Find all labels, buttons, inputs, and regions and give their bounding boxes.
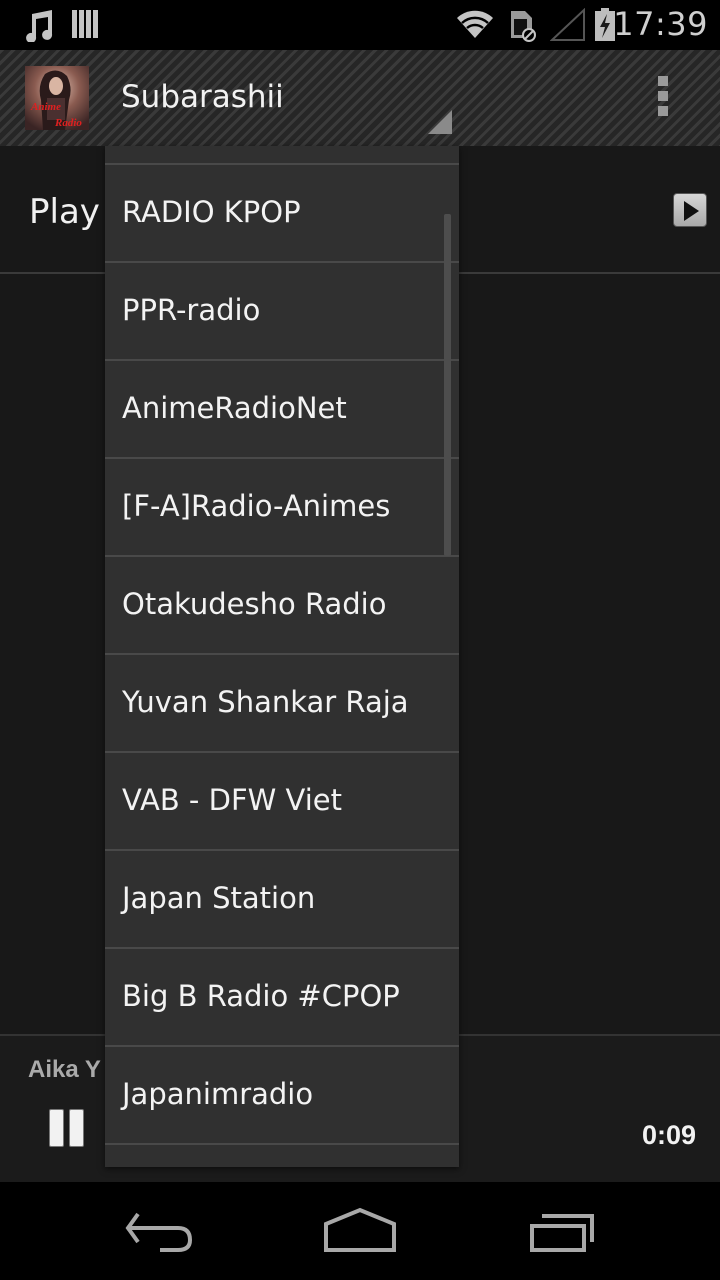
station-label: Otakudesho Radio (122, 587, 387, 621)
station-item[interactable]: Japan Station (105, 851, 459, 949)
svg-text:Radio: Radio (54, 117, 82, 129)
elapsed-time: 0:09 (641, 1120, 696, 1150)
back-icon[interactable] (120, 1206, 200, 1256)
home-icon[interactable] (320, 1206, 400, 1256)
station-item[interactable]: AnimeRadioNet (105, 361, 459, 459)
station-item[interactable]: Big B Radio #CPOP (105, 949, 459, 1047)
station-item[interactable]: VAB - DFW Viet (105, 753, 459, 851)
overflow-dot (658, 91, 668, 101)
station-label: RADIO KPOP (122, 195, 301, 229)
album-art-image: Anime Radio (25, 66, 89, 130)
station-item[interactable]: Japanimradio (105, 1047, 459, 1145)
station-label: PPR-radio (122, 293, 261, 327)
barcode-icon (72, 10, 98, 38)
station-label: AnimeRadioNet (122, 391, 347, 425)
wifi-icon (457, 10, 493, 38)
navigation-bar (0, 1184, 720, 1280)
overflow-dot (658, 76, 668, 86)
pause-button[interactable] (49, 1109, 87, 1149)
sim-blocked-icon (511, 11, 536, 42)
signal-empty-icon (550, 8, 585, 41)
pause-icon-bar (69, 1109, 84, 1147)
station-item[interactable]: [F-A]Radio-Animes (105, 459, 459, 557)
overflow-dot (658, 106, 668, 116)
station-item[interactable]: RADIO KPOP (105, 165, 459, 263)
station-item[interactable]: PPR-radio (105, 263, 459, 361)
station-dropdown: RADIO KPOP PPR-radio AnimeRadioNet [F-A]… (105, 146, 459, 1167)
station-label: Japanimradio (122, 1077, 314, 1111)
pause-icon-bar (49, 1109, 64, 1147)
station-list: RADIO KPOP PPR-radio AnimeRadioNet [F-A]… (105, 165, 459, 1145)
svg-text:Anime: Anime (30, 101, 61, 113)
now-playing-artist: Aika Y (28, 1056, 101, 1083)
station-label: [F-A]Radio-Animes (122, 489, 391, 523)
overflow-menu-icon[interactable] (652, 76, 674, 122)
station-label: Japan Station (122, 881, 316, 915)
station-label: Yuvan Shankar Raja (122, 685, 409, 719)
station-label: VAB - DFW Viet (122, 783, 342, 817)
station-label: Big B Radio #CPOP (122, 979, 400, 1013)
recent-apps-icon[interactable] (524, 1206, 604, 1256)
spinner-arrow-icon[interactable] (428, 110, 452, 134)
dropdown-scrollbar[interactable] (444, 214, 451, 556)
play-button[interactable] (673, 193, 707, 227)
play-label: Play (29, 192, 100, 232)
play-icon (684, 201, 699, 221)
clock: 17:39 (613, 5, 708, 43)
music-note-icon (26, 10, 53, 42)
station-item[interactable]: Otakudesho Radio (105, 557, 459, 655)
station-spinner-title[interactable]: Subarashii (121, 79, 284, 115)
station-item[interactable]: Yuvan Shankar Raja (105, 655, 459, 753)
status-bar: 17:39 (0, 0, 720, 50)
action-bar: Anime Radio Subarashii (0, 50, 720, 146)
album-art[interactable]: Anime Radio (25, 66, 89, 130)
